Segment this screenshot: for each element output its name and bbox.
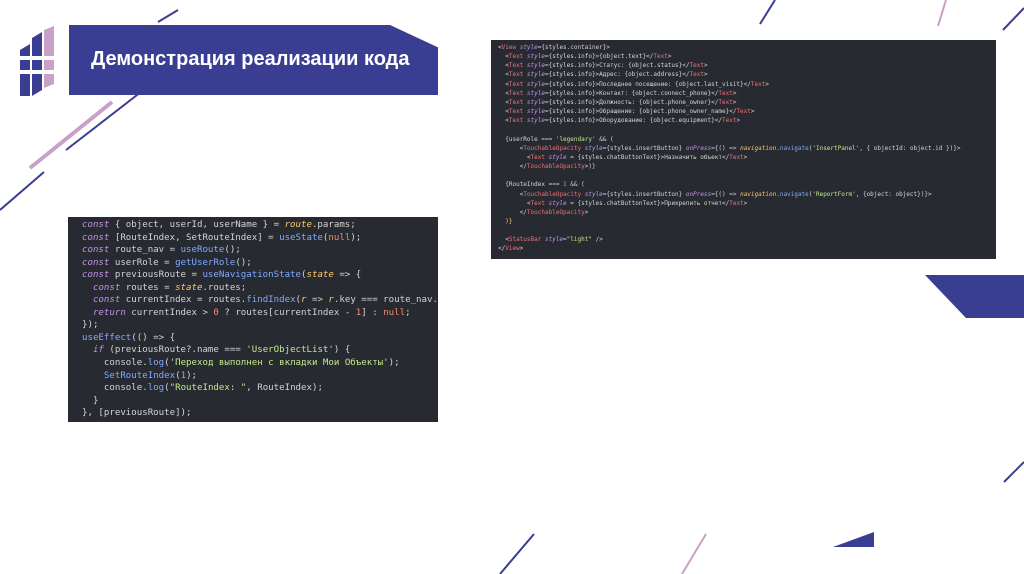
code-line: const currentIndex = routes.findIndex(r … [92, 295, 438, 306]
code-line: <TouchableOpacity style={styles.insertBu… [498, 144, 961, 152]
code-line: <Text style={styles.info}>Оборудование: … [498, 117, 741, 125]
code-line: SetRouteIndex(1); [103, 370, 198, 381]
code-line: <Text style={styles.info}>Статус: {objec… [498, 62, 708, 70]
code-line: }); [82, 320, 99, 331]
code-line: console.log('Переход выполнен с вкладки … [82, 358, 400, 369]
code-line: const previousRoute = useNavigationState… [82, 270, 362, 281]
code-line: }, [previousRoute]); [82, 408, 192, 419]
code-line: </TouchableOpacity>)} [498, 163, 596, 171]
code-line: <Text style = {styles.chatButtonText}>Пр… [498, 199, 748, 207]
code-line: console.log("RouteIndex: ", RouteIndex); [82, 383, 323, 394]
code-line: <Text style={styles.info}>{object.text}<… [498, 53, 672, 61]
code-line: } [82, 395, 99, 406]
code-line: <Text style={styles.info}>Контакт: {obje… [498, 89, 737, 97]
code-line: </TouchableOpacity> [498, 208, 589, 216]
code-line: )} [498, 217, 513, 225]
title-banner: Демонстрация реализации кода [69, 25, 438, 95]
code-line: </View> [498, 245, 524, 253]
code-line: {userRole === 'legendary' && ( [505, 135, 614, 143]
code-line: {RouteIndex === 1 && ( [505, 181, 585, 189]
code-line: <Text style={styles.info}>Последнее посе… [498, 80, 769, 88]
code-line: return currentIndex > 0 ? routes[current… [92, 307, 411, 318]
logo-icon [20, 26, 54, 96]
code-line: if (previousRoute?.name === 'UserObjectL… [92, 345, 351, 356]
page-title: Демонстрация реализации кода [91, 48, 410, 70]
code-block-hooks: const { object, userId, userName } = rou… [68, 217, 438, 422]
code-line: <Text style={styles.info}>Должность: {ob… [498, 98, 737, 106]
code-line: const { object, userId, userName } = rou… [82, 220, 356, 230]
code-line: const routes = state.routes; [92, 282, 247, 293]
code-line: useEffect(() => { [82, 332, 176, 343]
code-line: const [RouteIndex, SetRouteIndex] = useS… [82, 232, 362, 243]
code-line: <Text style={styles.info}>Обращение: {ob… [498, 108, 755, 116]
code-line: <Text style={styles.info}>Адрес: {object… [498, 71, 708, 79]
code-line: <Text style = {styles.chatButtonText}>На… [498, 153, 748, 161]
code-line: <View style={styles.container}> [498, 44, 611, 51]
code-block-jsx: <View style={styles.container}> <Text st… [491, 40, 996, 259]
code-line: const userRole = getUserRole(); [82, 257, 252, 268]
code-line: <TouchableOpacity style={styles.insertBu… [498, 190, 932, 198]
code-line: <StatusBar style="light" /> [498, 236, 603, 244]
code-line: const route_nav = useRoute(); [82, 245, 241, 256]
